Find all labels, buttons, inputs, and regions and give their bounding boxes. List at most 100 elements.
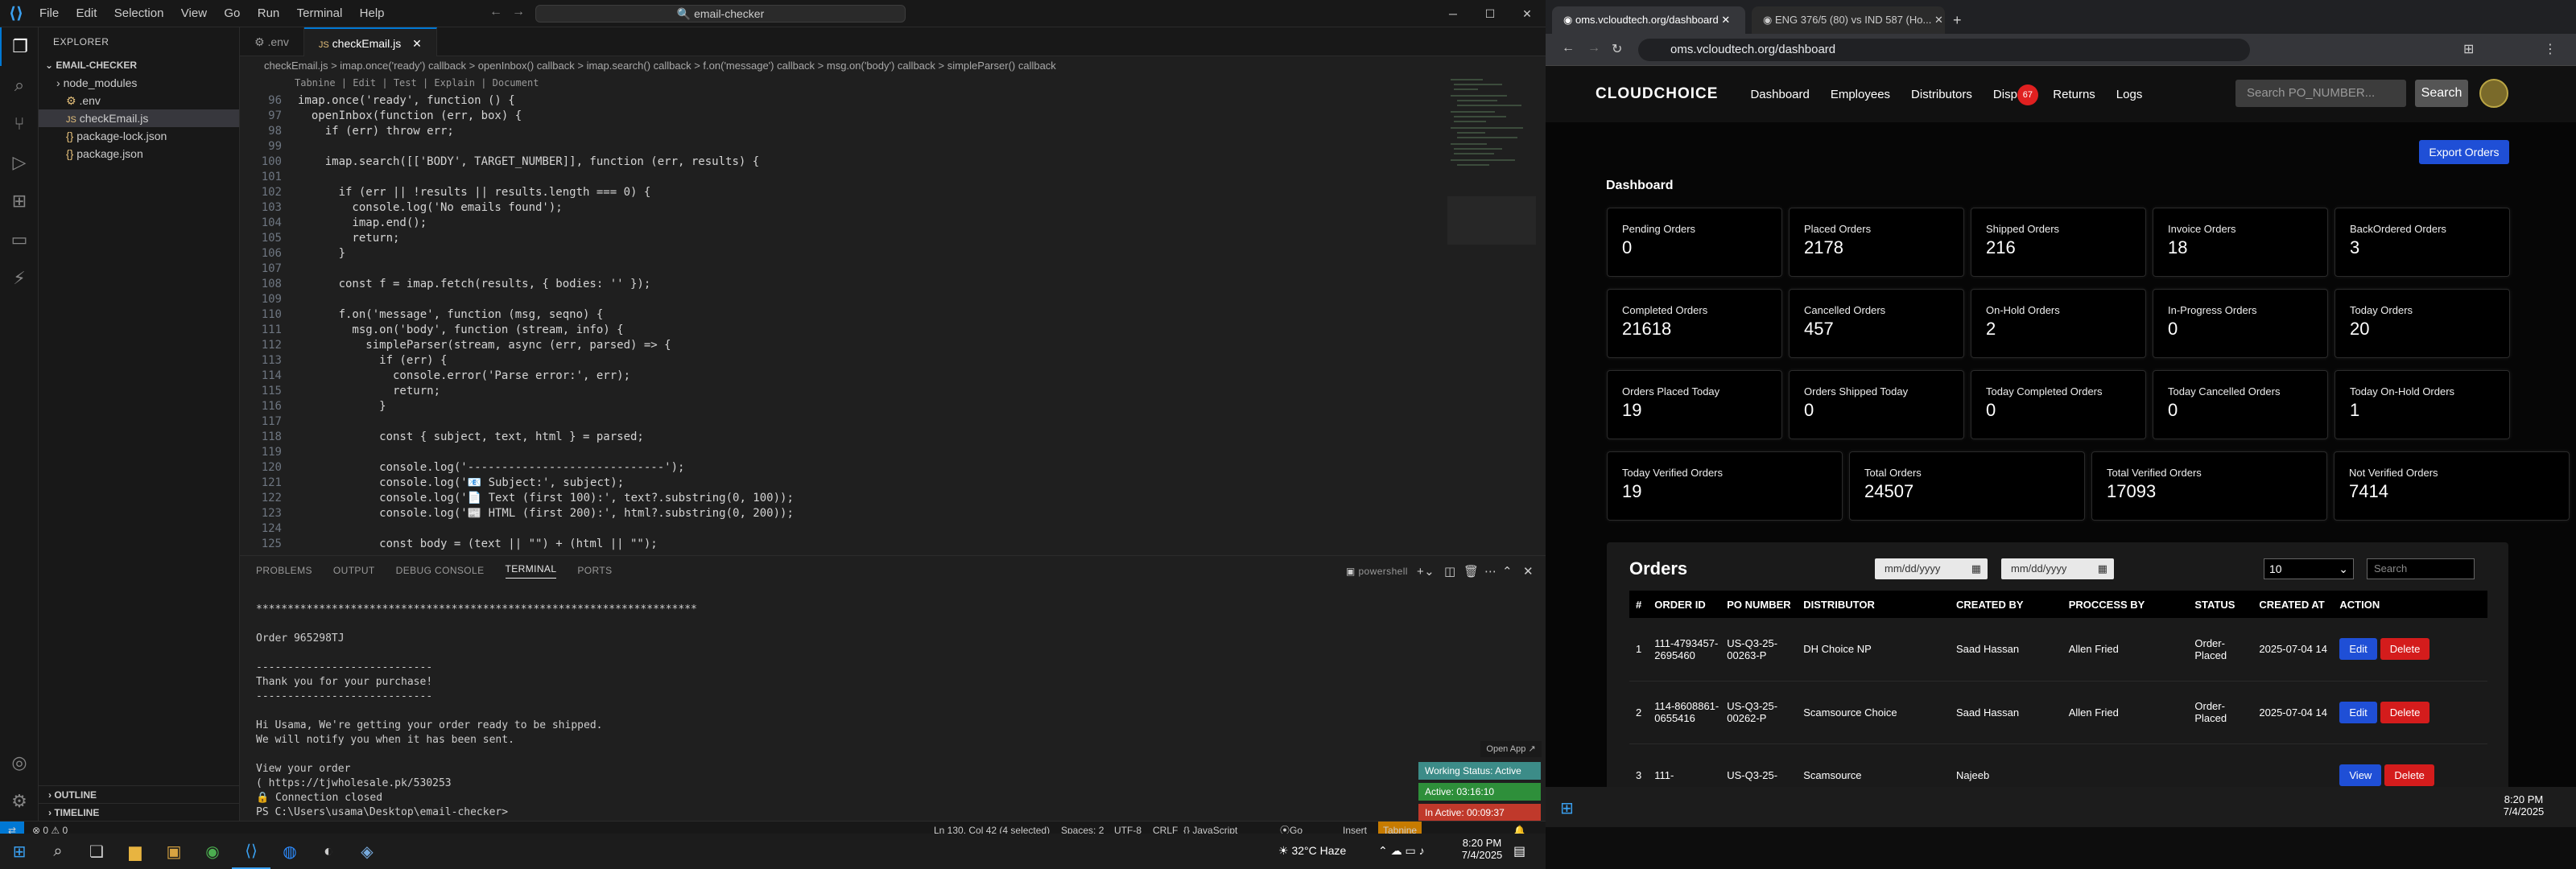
terminal-output[interactable]: ****************************************…	[256, 588, 1544, 820]
tray-icons[interactable]: ⌃ ☁ ▭ ♪	[1378, 844, 1425, 858]
browser-forward-icon[interactable]: →	[1587, 41, 1600, 56]
column-header[interactable]: CREATED AT	[2252, 591, 2334, 618]
weather[interactable]: ☀ 32°C Haze	[1278, 844, 1346, 858]
menu-go[interactable]: Go	[217, 6, 247, 20]
browser-tab-dashboard[interactable]: ◉ oms.vcloudtech.org/dashboard ✕	[1552, 6, 1745, 34]
delete-button[interactable]: Delete	[2380, 701, 2430, 723]
vscode-taskbar-icon[interactable]: ⟨⟩	[232, 834, 270, 869]
browser-menu-icon[interactable]: ⋮	[2544, 41, 2557, 57]
task-view-icon[interactable]: ❏	[77, 834, 116, 869]
forward-arrow-icon[interactable]: →	[512, 5, 525, 19]
tab-checkemail[interactable]: JS checkEmail.js ✕	[303, 27, 437, 56]
explorer-icon[interactable]: ❐	[0, 27, 39, 66]
brand-logo[interactable]: CLOUDCHOICE	[1596, 85, 1718, 103]
column-header[interactable]: #	[1629, 591, 1649, 618]
nav-dashboard[interactable]: Dashboard	[1750, 88, 1809, 101]
delete-button[interactable]: Delete	[2384, 764, 2434, 786]
copilot-icon[interactable]: ⚡	[0, 259, 39, 298]
per-page-select[interactable]: 10 ⌄	[2264, 558, 2354, 579]
po-search-input[interactable]: Search PO_NUMBER...	[2235, 80, 2406, 107]
account-icon[interactable]: ◎	[0, 743, 39, 782]
menu-help[interactable]: Help	[353, 6, 392, 20]
menu-run[interactable]: Run	[250, 6, 287, 20]
extensions-puzzle-icon[interactable]: ⊞	[2463, 41, 2474, 57]
column-header[interactable]: ORDER ID	[1648, 591, 1721, 618]
new-terminal-icon[interactable]: +⌄	[1417, 564, 1435, 579]
timeline-section[interactable]: › TIMELINE	[39, 803, 240, 821]
run-debug-icon[interactable]: ▷	[0, 143, 39, 182]
command-center[interactable]: 🔍 email-checker	[535, 5, 906, 23]
source-control-icon[interactable]: ⑂	[0, 105, 39, 143]
windows-start-icon[interactable]: ⊞	[0, 834, 39, 869]
end-date-input[interactable]: mm/dd/yyyy ▦	[2001, 558, 2114, 579]
app-icon-2[interactable]: ◈	[348, 834, 386, 869]
column-header[interactable]: CREATED BY	[1950, 591, 2062, 618]
column-header[interactable]: STATUS	[2188, 591, 2253, 618]
menu-terminal[interactable]: Terminal	[290, 6, 350, 20]
search-button[interactable]: Search	[2415, 80, 2468, 107]
tree-item-package[interactable]: {} package.json	[39, 145, 239, 163]
start-date-input[interactable]: mm/dd/yyyy ▦	[1875, 558, 1988, 579]
close-panel-icon[interactable]: ✕	[1523, 564, 1534, 579]
export-orders-button[interactable]: Export Orders	[2419, 140, 2509, 164]
clock[interactable]: 8:20 PM 7/4/2025	[2496, 793, 2552, 818]
edit-button[interactable]: Edit	[2339, 701, 2377, 723]
address-bar[interactable]: oms.vcloudtech.org/dashboard	[1638, 39, 2250, 61]
tree-item-checkemail[interactable]: JS checkEmail.js	[39, 109, 239, 127]
menu-view[interactable]: View	[174, 6, 214, 20]
tabnine-codelens[interactable]: Tabnine | Edit | Test | Explain | Docume…	[295, 76, 539, 90]
menu-file[interactable]: File	[32, 6, 66, 20]
file-explorer-icon[interactable]: ▆	[116, 834, 155, 869]
nav-distributors[interactable]: Distributors	[1911, 88, 1972, 101]
more-icon[interactable]: ⋯	[1484, 564, 1496, 579]
zoom-icon[interactable]: ◍	[270, 834, 309, 869]
column-header[interactable]: PROCCESS BY	[2062, 591, 2189, 618]
tab-terminal[interactable]: TERMINAL	[505, 563, 557, 579]
minimize-icon[interactable]: ─	[1435, 0, 1472, 27]
close-icon[interactable]: ✕	[1509, 0, 1546, 27]
search-icon[interactable]: ⌕	[0, 66, 39, 105]
tree-item-env[interactable]: ⚙ .env	[39, 92, 239, 109]
remote-explorer-icon[interactable]: ▭	[0, 220, 39, 259]
reload-icon[interactable]: ↻	[1612, 41, 1622, 57]
minimap[interactable]	[1447, 76, 1536, 317]
manage-gear-icon[interactable]: ⚙	[0, 782, 39, 821]
back-arrow-icon[interactable]: ←	[489, 5, 502, 19]
windows-start-icon[interactable]: ⊞	[1560, 798, 1574, 818]
tab-ports[interactable]: PORTS	[577, 565, 612, 576]
tab-problems[interactable]: PROBLEMS	[256, 565, 312, 576]
column-header[interactable]: PO NUMBER	[1720, 591, 1798, 618]
menu-edit[interactable]: Edit	[69, 6, 105, 20]
code-editor[interactable]: Tabnine | Edit | Test | Explain | Docume…	[240, 76, 1546, 555]
delete-button[interactable]: Delete	[2380, 638, 2430, 661]
nav-employees[interactable]: Employees	[1831, 88, 1890, 101]
notification-center-icon[interactable]: ▤	[1513, 843, 1525, 859]
tree-item-node-modules[interactable]: › node_modules	[39, 74, 239, 92]
app-icon[interactable]: ◐	[309, 834, 348, 869]
taskbar-search-icon[interactable]: ⌕	[39, 834, 77, 869]
workspace-folder[interactable]: ⌄ EMAIL-CHECKER	[39, 56, 239, 74]
nav-returns[interactable]: Returns	[2053, 88, 2095, 101]
nav-disputes[interactable]: Dispu 67	[1993, 84, 2038, 105]
store-icon[interactable]: ▣	[155, 834, 193, 869]
open-app-button[interactable]: Open App ↗	[1480, 741, 1542, 757]
tab-output[interactable]: OUTPUT	[333, 565, 375, 576]
column-header[interactable]: ACTION	[2333, 591, 2487, 618]
new-tab-icon[interactable]: +	[1953, 6, 1962, 34]
tab-env[interactable]: ⚙ .env	[240, 27, 304, 56]
edit-button[interactable]: Edit	[2339, 638, 2377, 661]
column-header[interactable]: DISTRIBUTOR	[1797, 591, 1950, 618]
menu-selection[interactable]: Selection	[107, 6, 171, 20]
breadcrumb[interactable]: checkEmail.js > imap.once('ready') callb…	[240, 56, 1546, 76]
maximize-icon[interactable]: ☐	[1472, 0, 1509, 27]
close-tab-icon[interactable]: ✕	[412, 37, 422, 50]
nav-logs[interactable]: Logs	[2116, 88, 2143, 101]
browser-tab-cricket[interactable]: ◉ ENG 376/5 (80) vs IND 587 (Ho... ✕	[1752, 6, 1945, 34]
maximize-panel-icon[interactable]: ⌃	[1502, 564, 1513, 579]
tree-item-package-lock[interactable]: {} package-lock.json	[39, 127, 239, 145]
trash-icon[interactable]: 🗑	[1463, 564, 1479, 579]
outline-section[interactable]: › OUTLINE	[39, 785, 240, 803]
clock[interactable]: 8:20 PM 7/4/2025	[1454, 837, 1510, 861]
tab-debug-console[interactable]: DEBUG CONSOLE	[396, 565, 485, 576]
extensions-icon[interactable]: ⊞	[0, 182, 39, 220]
